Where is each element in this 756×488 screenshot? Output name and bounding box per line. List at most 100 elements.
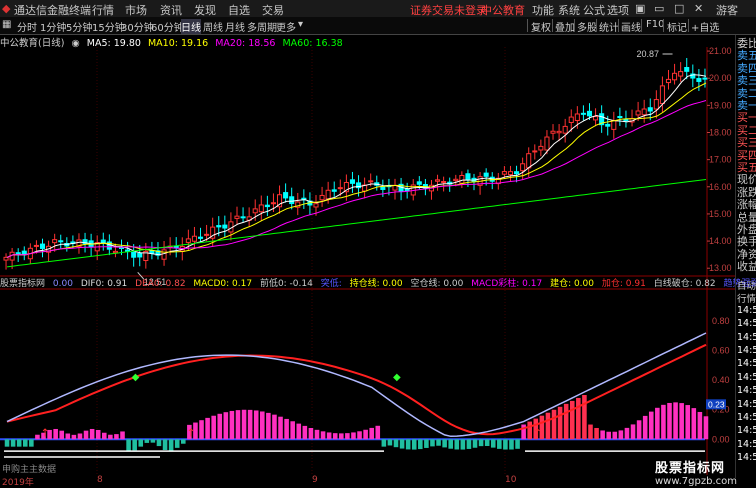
break-label: 突低: [321,279,342,289]
candle-body [636,111,640,115]
maximize-icon[interactable]: □ [674,2,684,15]
tick-row-label: 14:50 [737,385,756,396]
tab-monthly[interactable]: 月线 [225,19,245,34]
watermark-title: 股票指标网 [655,457,755,476]
price-tick: 13.00 [709,263,732,273]
candle-body [198,237,202,238]
candle-body [271,203,275,204]
tab-timeshare[interactable]: 分时 [17,19,37,34]
macd-label: MACD0: 0.17 [193,279,252,289]
quote-row-label: 收益 [737,258,756,274]
candle-body [527,154,531,168]
candle-body [673,73,677,79]
candle-body [460,175,464,183]
tab-60min[interactable]: 60分钟 [151,19,184,34]
macd-bar-label: MACD彩柱: 0.17 [471,279,542,289]
tool-draw[interactable]: 画线 [621,19,641,34]
indicator-tick: 0.40 [712,375,730,385]
menu-function[interactable]: 功能 [532,2,554,18]
price-tick: 21.00 [709,47,732,56]
prev-low-label: 前低0: -0.14 [260,279,313,289]
menu-formula[interactable]: 公式 [583,2,605,18]
candle-body [575,114,579,121]
indicator-legend: 股票指标网 0.00 DIF0: 0.91 DEA0: 0.82 MACD0: … [0,276,756,288]
minimize-icon[interactable]: ▣ [635,2,645,15]
candle-body [126,250,130,251]
restore-icon[interactable]: ▭ [654,2,664,15]
dea-label: DEA0: 0.82 [135,279,185,289]
tool-add-watchlist[interactable]: +自选 [691,19,719,34]
candle-body [290,197,294,204]
add-label: 加仓: 0.91 [602,279,646,289]
menu-watchlist[interactable]: 自选 [228,2,250,18]
candle-body [265,205,269,206]
candle-body [569,117,573,122]
tab-multi-period[interactable]: 多周期 [247,19,277,34]
menu-news[interactable]: 资讯 [160,2,182,18]
tool-f10[interactable]: F10 [646,19,664,30]
tab-daily[interactable]: 日线 [181,19,201,34]
tick-row-label: 自动 [737,278,756,292]
tick-row-label: 14:50 [737,305,756,316]
guest-label[interactable]: 游客 [716,2,738,18]
tab-30min[interactable]: 30分钟 [121,19,154,34]
tab-more[interactable]: 更多 [276,19,296,34]
candle-body [436,180,440,181]
menu-system[interactable]: 系统 [558,2,580,18]
candle-body [685,68,689,72]
candle-body [642,109,646,115]
chevron-down-icon[interactable]: ▾ [298,19,303,30]
candle-body [405,189,409,191]
candle-body [587,111,591,115]
tab-15min[interactable]: 15分钟 [92,19,125,34]
tick-row-label: 14:50 [737,332,756,343]
price-tick: 20.00 [709,73,732,83]
buy-arrow-icon: ↑ [186,426,195,439]
candle-body [502,172,506,175]
candle-body [40,244,44,248]
ma-legend: 中公教育(日线) ◉ MA5: 19.80 MA10: 19.16 MA20: … [0,35,347,47]
tool-overlay[interactable]: 叠加 [555,19,575,34]
price-tick: 15.00 [709,209,732,219]
tick-row-label: 14:50 [737,439,756,450]
ma60-line [7,180,706,267]
kline-chart[interactable]: 21.0020.0019.0018.0017.0016.0015.0014.00… [0,47,735,475]
candle-body [223,225,227,228]
tab-weekly[interactable]: 周线 [203,19,223,34]
menu-market[interactable]: 行情 [92,2,114,18]
menu-markets[interactable]: 市场 [125,2,147,18]
hold-label: 持仓线: 0.00 [350,279,403,289]
tool-adjust[interactable]: 复权 [531,19,551,34]
tool-multi-stock[interactable]: 多股 [577,19,597,34]
tool-statistics[interactable]: 统计 [599,19,619,34]
zero-value: 0.00 [53,279,73,289]
candle-body [697,79,701,82]
candle-body [515,172,519,174]
menu-options[interactable]: 选项 [607,2,629,18]
tool-mark[interactable]: 标记 [667,19,687,34]
tick-row-label: 行情 [737,291,756,305]
grid-icon[interactable]: ▦ [2,19,11,30]
menu-trade[interactable]: 交易 [262,2,284,18]
quote-panel: 委比卖五卖四卖三卖二卖一买一买二买三买四买五现价涨跌涨幅总量外盘换手净资收益 [735,35,756,278]
menu-discover[interactable]: 发现 [194,2,216,18]
tab-1min[interactable]: 1分钟 [40,19,66,34]
close-icon[interactable]: ✕ [694,2,703,15]
tab-5min[interactable]: 5分钟 [66,19,92,34]
candle-body [338,188,342,189]
candle-body [666,79,670,82]
price-tick: 18.00 [709,128,732,138]
buy-arrow-icon: ↑ [533,426,542,439]
tick-row-label: 14:50 [737,358,756,369]
tick-row-label: 14:50 [737,372,756,383]
login-notice[interactable]: 证券交易未登录 [410,2,487,18]
candle-body [454,179,458,180]
candle-body [624,120,628,121]
candle-body [138,253,142,257]
app-title: 通达信金融终端 [14,2,91,18]
candle-body [648,108,652,111]
candle-body [16,253,20,255]
candle-body [594,117,598,120]
candle-body [539,146,543,150]
current-value: 0.23 [708,399,725,409]
